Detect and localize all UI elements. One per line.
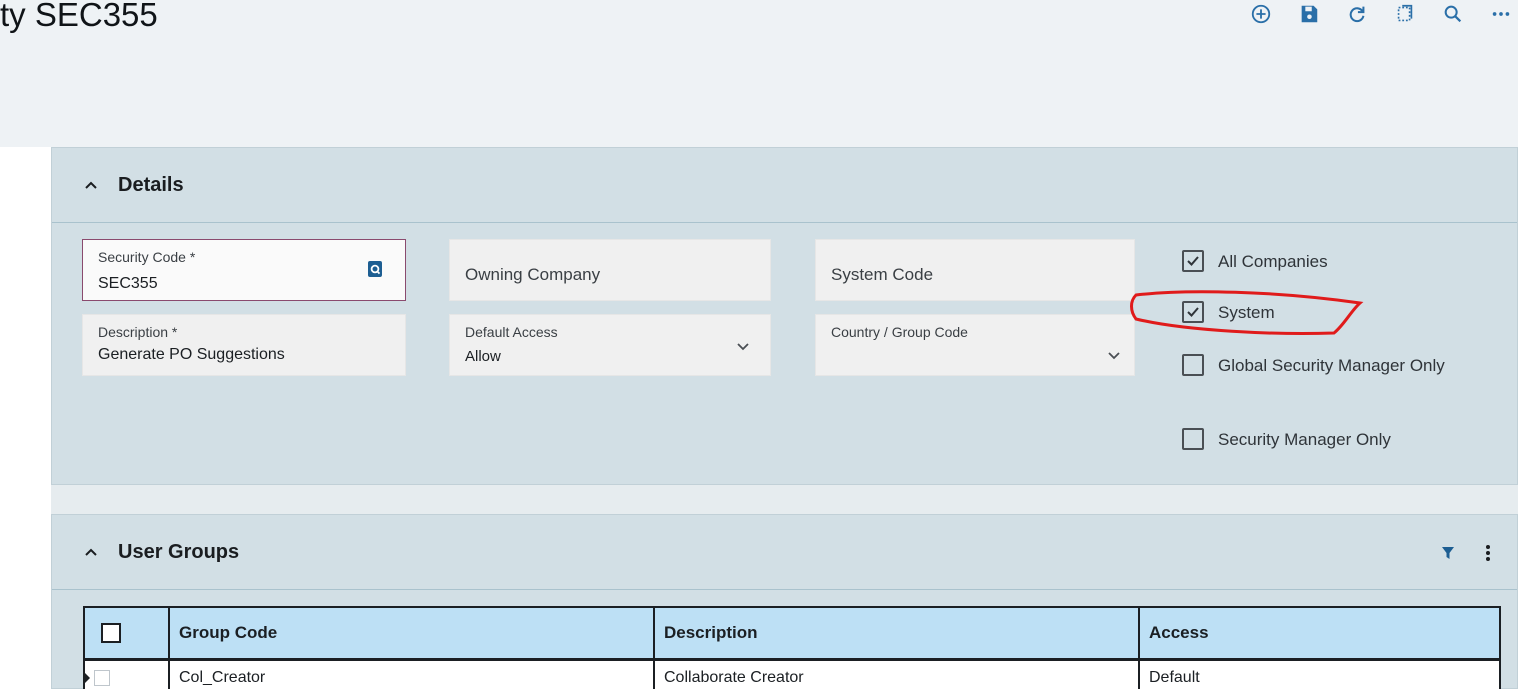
table-row[interactable]: Col_Creator Collaborate Creator Default — [83, 659, 1501, 689]
description-value[interactable]: Generate PO Suggestions — [98, 346, 285, 364]
default-access-value: Allow — [465, 348, 501, 365]
system-label: System — [1218, 303, 1275, 322]
group-code-cell[interactable]: Col_Creator — [168, 659, 655, 689]
global-security-manager-checkbox[interactable] — [1182, 354, 1204, 376]
security-code-label: Security Code * — [98, 249, 196, 265]
lookup-icon[interactable] — [368, 261, 382, 277]
description-label: Description * — [98, 324, 178, 340]
access-cell[interactable]: Default — [1138, 659, 1501, 689]
select-all-checkbox[interactable] — [101, 623, 121, 643]
user-groups-table: Group Code Description Access Col_Creato… — [83, 606, 1501, 689]
current-row-indicator-icon — [84, 671, 90, 684]
refresh-icon — [1349, 6, 1365, 23]
chevron-up-icon[interactable] — [84, 178, 98, 192]
system-checkbox[interactable] — [1182, 301, 1204, 323]
table-header-row: Group Code Description Access — [83, 606, 1501, 661]
security-manager-checkbox[interactable] — [1182, 428, 1204, 450]
all-companies-checkbox[interactable] — [1182, 250, 1204, 272]
global-security-manager-option[interactable]: Global Security Manager Only — [1182, 354, 1448, 378]
page-title: ty SEC355 — [0, 0, 158, 33]
chevron-down-icon[interactable] — [1107, 348, 1121, 362]
country-group-select[interactable]: Country / Group Code — [815, 314, 1135, 376]
security-code-field[interactable]: Security Code * SEC355 — [82, 239, 406, 301]
chevron-down-icon[interactable] — [736, 339, 750, 353]
search-button[interactable] — [1436, 0, 1470, 28]
save-icon — [1301, 5, 1318, 23]
column-header-description[interactable]: Description — [653, 606, 1140, 661]
select-all-cell[interactable] — [83, 606, 170, 661]
system-option[interactable]: System — [1182, 301, 1448, 325]
kebab-menu-icon[interactable] — [1485, 545, 1491, 561]
user-groups-panel: User Groups Group Code Description Acces… — [51, 514, 1518, 689]
search-icon — [1444, 5, 1462, 23]
refresh-button[interactable] — [1340, 0, 1374, 28]
owning-company-placeholder: Owning Company — [465, 265, 601, 284]
system-code-placeholder: System Code — [831, 265, 934, 284]
details-title: Details — [118, 173, 184, 196]
details-header[interactable]: Details — [52, 148, 1517, 223]
left-margin — [0, 147, 51, 689]
add-button[interactable] — [1244, 0, 1278, 28]
more-icon — [1492, 12, 1510, 16]
security-code-value[interactable]: SEC355 — [98, 275, 158, 293]
user-groups-header[interactable]: User Groups — [52, 515, 1517, 590]
column-header-group-code[interactable]: Group Code — [168, 606, 655, 661]
details-panel: Details Security Code * SEC355 Owning Co… — [51, 147, 1518, 485]
row-checkbox[interactable] — [94, 669, 110, 686]
copy-button[interactable] — [1388, 0, 1422, 28]
save-button[interactable] — [1292, 0, 1326, 28]
all-companies-option[interactable]: All Companies — [1182, 250, 1448, 274]
more-button[interactable] — [1484, 0, 1518, 28]
security-manager-option[interactable]: Security Manager Only — [1182, 428, 1448, 452]
system-code-field[interactable]: System Code — [815, 239, 1135, 301]
row-select-cell[interactable] — [83, 659, 170, 689]
add-icon — [1251, 4, 1271, 24]
column-header-access[interactable]: Access — [1138, 606, 1501, 661]
default-access-label: Default Access — [465, 324, 558, 340]
section-divider — [51, 485, 1518, 514]
checkmark-icon — [1187, 256, 1199, 266]
owning-company-field[interactable]: Owning Company — [449, 239, 771, 301]
chevron-up-icon[interactable] — [84, 545, 98, 559]
checkmark-icon — [1187, 307, 1199, 317]
all-companies-label: All Companies — [1218, 252, 1328, 271]
security-manager-label: Security Manager Only — [1218, 430, 1391, 449]
description-field[interactable]: Description * Generate PO Suggestions — [82, 314, 406, 376]
global-security-manager-label: Global Security Manager Only — [1218, 356, 1445, 375]
description-cell[interactable]: Collaborate Creator — [653, 659, 1140, 689]
copy-icon — [1397, 4, 1413, 22]
country-group-label: Country / Group Code — [831, 324, 968, 340]
default-access-select[interactable]: Default Access Allow — [449, 314, 771, 376]
toolbar — [1230, 0, 1518, 28]
filter-icon[interactable] — [1441, 546, 1455, 560]
user-groups-title: User Groups — [118, 540, 240, 563]
